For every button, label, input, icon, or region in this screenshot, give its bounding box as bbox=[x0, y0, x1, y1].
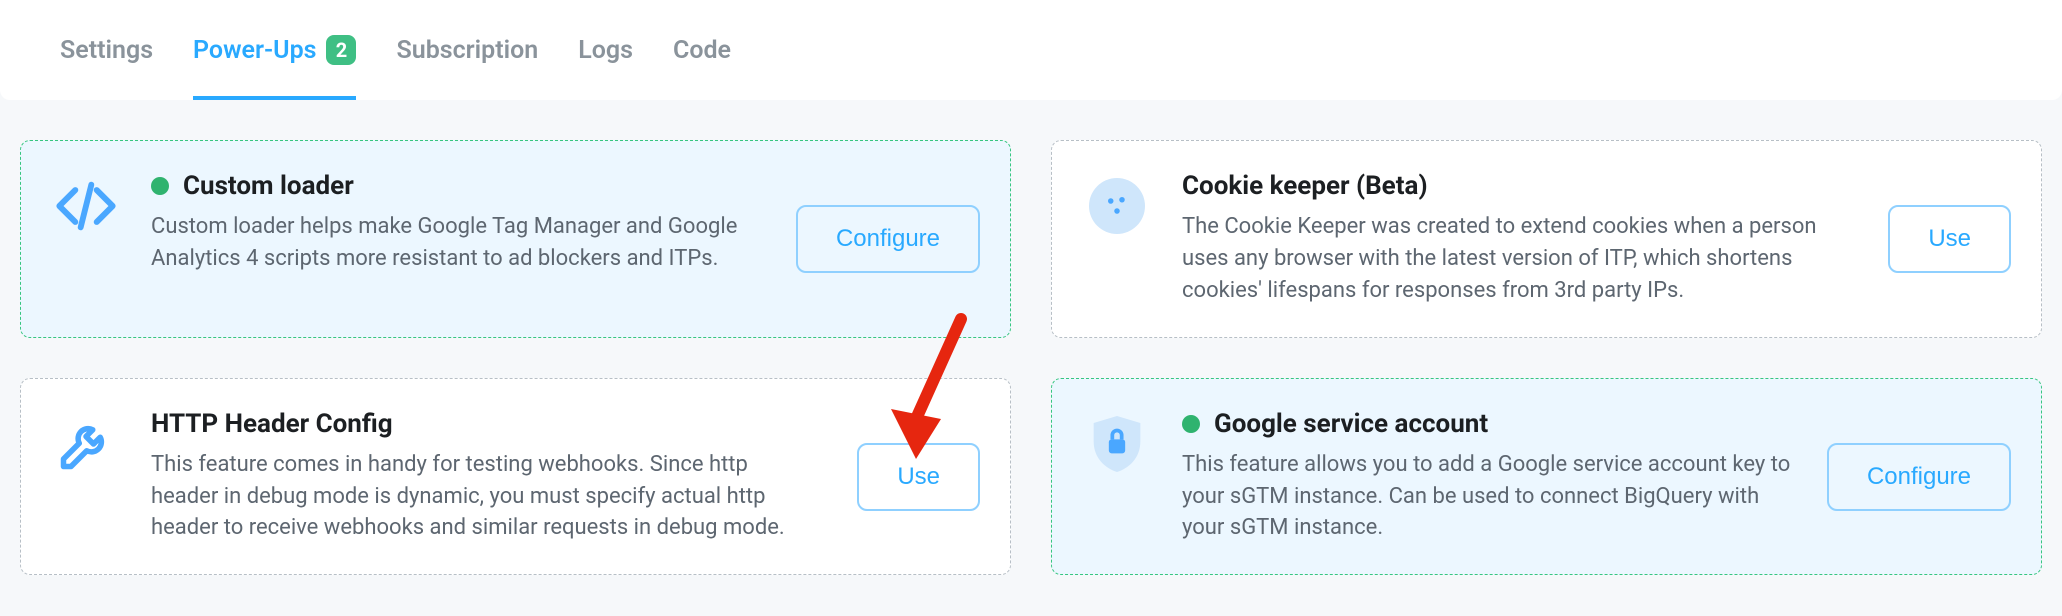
card-body: Cookie keeper (Beta) The Cookie Keeper w… bbox=[1182, 171, 1858, 307]
card-description: Custom loader helps make Google Tag Mana… bbox=[151, 211, 766, 275]
card-title-row: HTTP Header Config bbox=[151, 409, 827, 439]
card-action: Use bbox=[1888, 205, 2011, 273]
card-body: Google service account This feature allo… bbox=[1182, 409, 1797, 545]
cookie-icon bbox=[1082, 171, 1152, 241]
tab-powerups[interactable]: Power-Ups 2 bbox=[193, 0, 356, 100]
card-title: Custom loader bbox=[183, 171, 354, 201]
card-action: Configure bbox=[1827, 443, 2011, 511]
card-title: Google service account bbox=[1214, 409, 1488, 439]
card-action: Configure bbox=[796, 205, 980, 273]
card-http-header-config: HTTP Header Config This feature comes in… bbox=[20, 378, 1011, 576]
configure-button[interactable]: Configure bbox=[796, 205, 980, 273]
card-title-row: Custom loader bbox=[151, 171, 766, 201]
shield-lock-icon bbox=[1082, 409, 1152, 479]
wrench-icon bbox=[51, 409, 121, 479]
tab-code[interactable]: Code bbox=[673, 0, 731, 100]
card-cookie-keeper: Cookie keeper (Beta) The Cookie Keeper w… bbox=[1051, 140, 2042, 338]
card-description: The Cookie Keeper was created to extend … bbox=[1182, 211, 1822, 307]
tab-settings[interactable]: Settings bbox=[60, 0, 153, 100]
use-button[interactable]: Use bbox=[1888, 205, 2011, 273]
tab-label: Logs bbox=[578, 36, 633, 65]
use-button[interactable]: Use bbox=[857, 443, 980, 511]
card-description: This feature allows you to add a Google … bbox=[1182, 449, 1797, 545]
card-title: HTTP Header Config bbox=[151, 409, 393, 439]
tab-logs[interactable]: Logs bbox=[578, 0, 633, 100]
tabbar: Settings Power-Ups 2 Subscription Logs C… bbox=[60, 0, 2002, 100]
status-dot-active bbox=[1182, 415, 1200, 433]
tab-label: Subscription bbox=[396, 36, 538, 65]
tab-subscription[interactable]: Subscription bbox=[396, 0, 538, 100]
powerups-count-badge: 2 bbox=[326, 35, 356, 65]
card-google-service-account: Google service account This feature allo… bbox=[1051, 378, 2042, 576]
card-body: Custom loader Custom loader helps make G… bbox=[151, 171, 766, 275]
configure-button[interactable]: Configure bbox=[1827, 443, 2011, 511]
card-body: HTTP Header Config This feature comes in… bbox=[151, 409, 827, 545]
tab-label: Settings bbox=[60, 36, 153, 65]
card-title-row: Google service account bbox=[1182, 409, 1797, 439]
status-dot-active bbox=[151, 177, 169, 195]
card-title-row: Cookie keeper (Beta) bbox=[1182, 171, 1858, 201]
card-action: Use bbox=[857, 443, 980, 511]
code-icon bbox=[51, 171, 121, 241]
card-custom-loader: Custom loader Custom loader helps make G… bbox=[20, 140, 1011, 338]
powerups-grid: Custom loader Custom loader helps make G… bbox=[0, 100, 2062, 615]
tabbar-container: Settings Power-Ups 2 Subscription Logs C… bbox=[0, 0, 2062, 100]
tab-label: Power-Ups bbox=[193, 36, 316, 65]
card-description: This feature comes in handy for testing … bbox=[151, 449, 791, 545]
card-title: Cookie keeper (Beta) bbox=[1182, 171, 1428, 201]
tab-label: Code bbox=[673, 36, 731, 65]
